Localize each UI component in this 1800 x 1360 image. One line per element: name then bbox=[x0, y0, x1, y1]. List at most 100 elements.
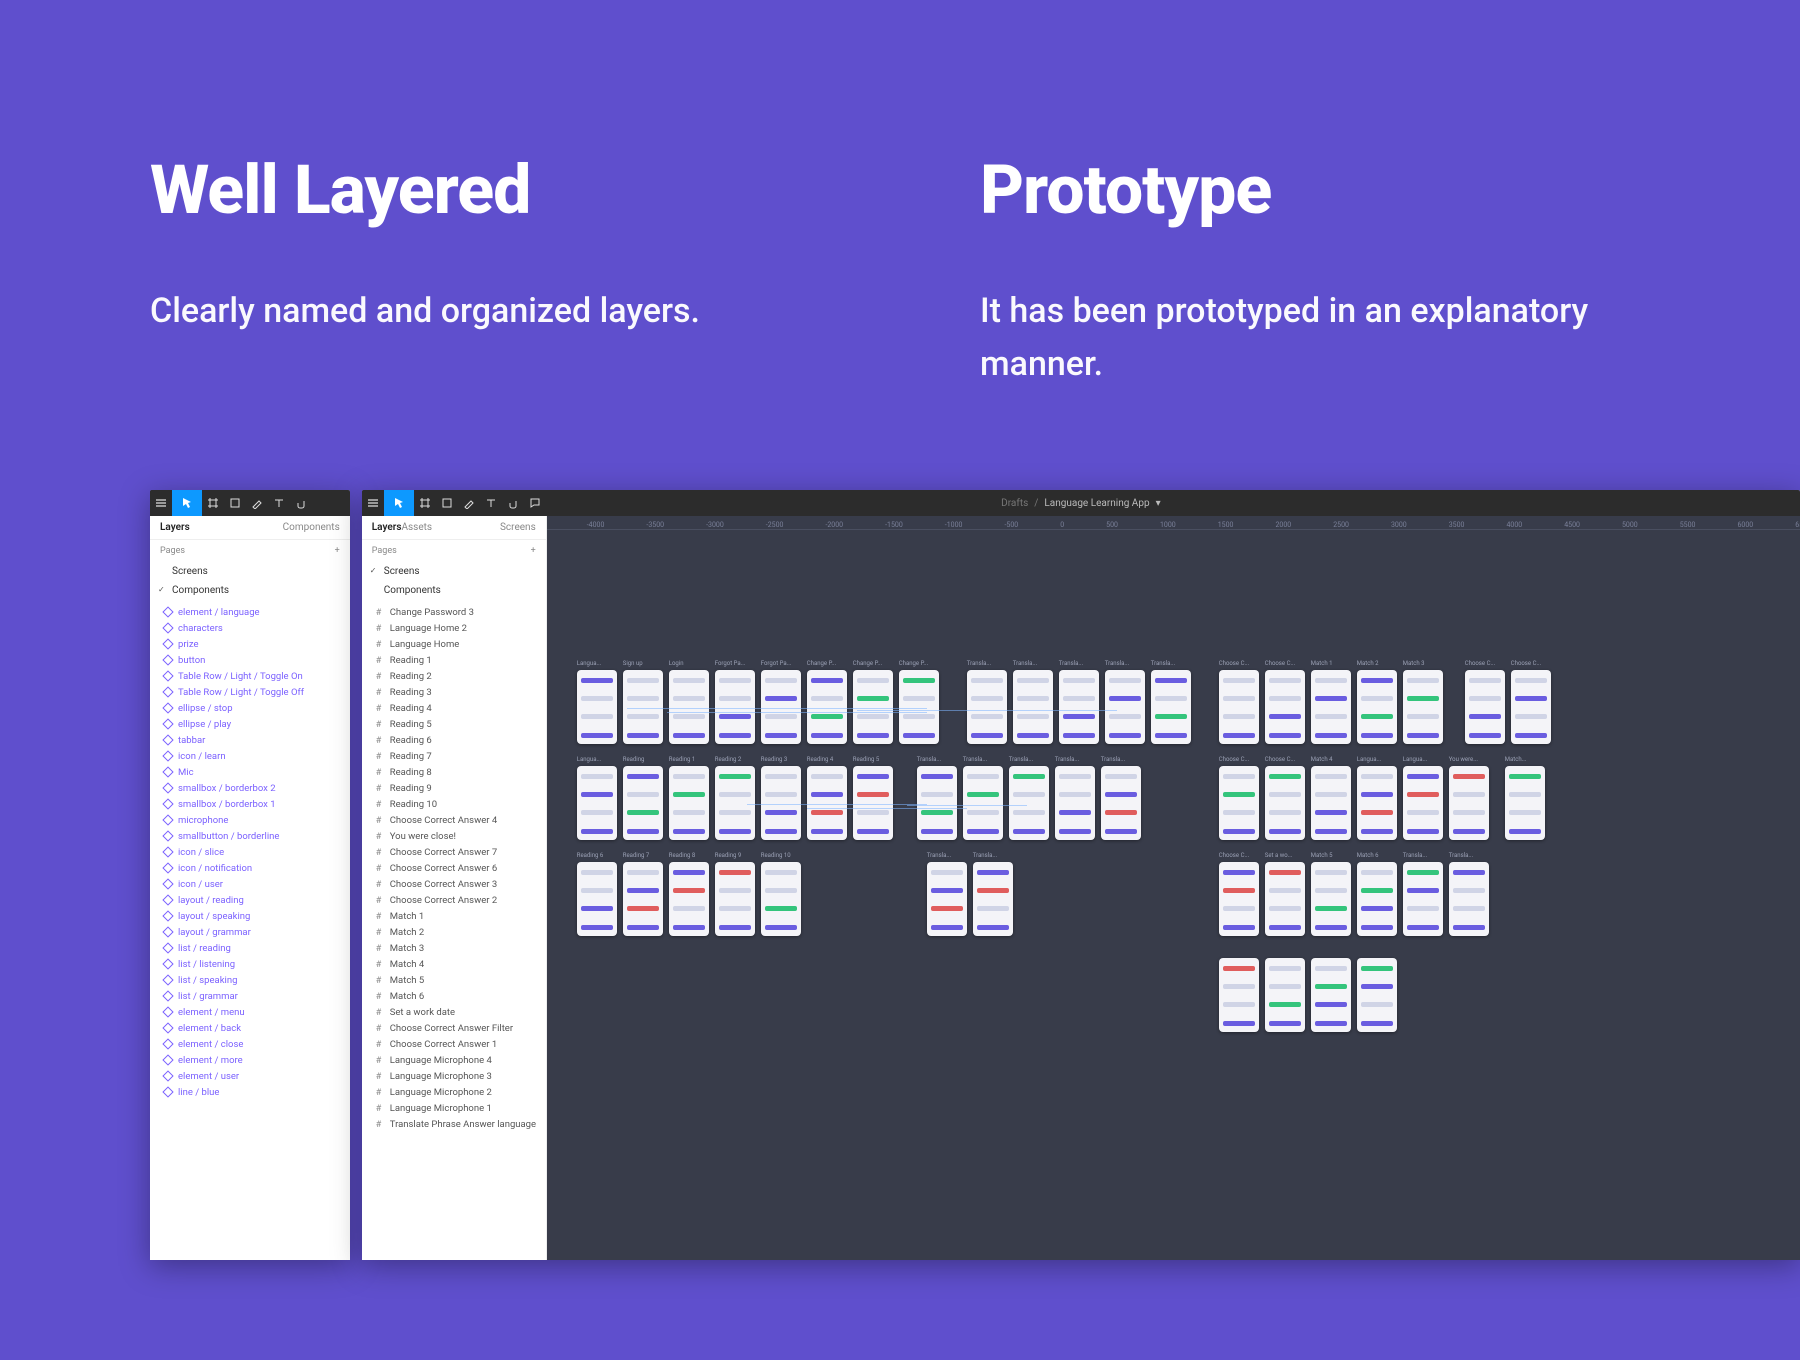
canvas-frame[interactable] bbox=[1403, 862, 1443, 936]
canvas-frame[interactable] bbox=[967, 670, 1007, 744]
canvas-frame[interactable] bbox=[1403, 766, 1443, 840]
layer-item[interactable]: Table Row / Light / Toggle On bbox=[150, 668, 350, 684]
layer-item[interactable]: ellipse / stop bbox=[150, 700, 350, 716]
layer-item[interactable]: Choose Correct Answer Filter bbox=[362, 1020, 546, 1036]
layer-item[interactable]: Reading 6 bbox=[362, 732, 546, 748]
canvas-frame[interactable] bbox=[1357, 766, 1397, 840]
canvas-frame[interactable] bbox=[761, 862, 801, 936]
layer-item[interactable]: Match 5 bbox=[362, 972, 546, 988]
hamburger-menu-button[interactable] bbox=[150, 490, 172, 516]
layer-item[interactable]: element / user bbox=[150, 1068, 350, 1084]
layer-item[interactable]: list / grammar bbox=[150, 988, 350, 1004]
layer-item[interactable]: button bbox=[150, 652, 350, 668]
layer-item[interactable]: Reading 9 bbox=[362, 780, 546, 796]
canvas-frame[interactable] bbox=[963, 766, 1003, 840]
canvas-frame[interactable] bbox=[1357, 958, 1397, 1032]
add-page-button[interactable]: + bbox=[335, 546, 340, 556]
canvas-frame[interactable] bbox=[1105, 670, 1145, 744]
canvas-frame[interactable] bbox=[623, 766, 663, 840]
layer-item[interactable]: icon / notification bbox=[150, 860, 350, 876]
canvas-frame[interactable] bbox=[807, 766, 847, 840]
layer-item[interactable]: icon / slice bbox=[150, 844, 350, 860]
text-tool-button[interactable] bbox=[268, 490, 290, 516]
tab-layers[interactable]: Layers bbox=[160, 522, 190, 533]
canvas-frame[interactable] bbox=[917, 766, 957, 840]
hand-tool-button[interactable] bbox=[502, 490, 524, 516]
layer-item[interactable]: list / speaking bbox=[150, 972, 350, 988]
layer-item[interactable]: icon / user bbox=[150, 876, 350, 892]
canvas-frame[interactable] bbox=[1055, 766, 1095, 840]
tab-components[interactable]: Components bbox=[283, 522, 340, 533]
shape-tool-button[interactable] bbox=[224, 490, 246, 516]
canvas-frame[interactable] bbox=[1311, 670, 1351, 744]
layer-item[interactable]: list / reading bbox=[150, 940, 350, 956]
layer-item[interactable]: Match 1 bbox=[362, 908, 546, 924]
layer-item[interactable]: Reading 2 bbox=[362, 668, 546, 684]
canvas-frame[interactable] bbox=[715, 766, 755, 840]
canvas-frame[interactable] bbox=[1505, 766, 1545, 840]
layer-item[interactable]: Choose Correct Answer 2 bbox=[362, 892, 546, 908]
layer-item[interactable]: element / menu bbox=[150, 1004, 350, 1020]
pen-tool-button[interactable] bbox=[458, 490, 480, 516]
prototype-canvas[interactable]: -4000-3500-3000-2500-2000-1500-1000-5000… bbox=[547, 516, 1800, 1260]
canvas-frame[interactable] bbox=[807, 670, 847, 744]
page-item[interactable]: Screens bbox=[150, 562, 350, 581]
layer-item[interactable]: smallbox / borderbox 1 bbox=[150, 796, 350, 812]
hamburger-menu-button[interactable] bbox=[362, 490, 384, 516]
layer-item[interactable]: Choose Correct Answer 4 bbox=[362, 812, 546, 828]
page-item[interactable]: Components bbox=[362, 581, 546, 600]
canvas-frame[interactable] bbox=[669, 766, 709, 840]
layer-item[interactable]: Reading 10 bbox=[362, 796, 546, 812]
tab-assets[interactable]: Assets bbox=[401, 522, 432, 533]
layer-item[interactable]: element / language bbox=[150, 604, 350, 620]
layer-item[interactable]: Translate Phrase Answer language bbox=[362, 1116, 546, 1132]
comment-tool-button[interactable] bbox=[524, 490, 546, 516]
layer-item[interactable]: Reading 7 bbox=[362, 748, 546, 764]
page-item[interactable]: Components bbox=[150, 581, 350, 600]
layer-item[interactable]: smallbox / borderbox 2 bbox=[150, 780, 350, 796]
canvas-frame[interactable] bbox=[1265, 862, 1305, 936]
canvas-frame[interactable] bbox=[1465, 670, 1505, 744]
layer-item[interactable]: Choose Correct Answer 3 bbox=[362, 876, 546, 892]
canvas-frame[interactable] bbox=[973, 862, 1013, 936]
layer-item[interactable]: Set a work date bbox=[362, 1004, 546, 1020]
move-tool-button[interactable] bbox=[384, 490, 414, 516]
canvas-frame[interactable] bbox=[715, 862, 755, 936]
canvas-frame[interactable] bbox=[1219, 670, 1259, 744]
layer-item[interactable]: Language Home 2 bbox=[362, 620, 546, 636]
canvas-frame[interactable] bbox=[1219, 862, 1259, 936]
move-tool-button[interactable] bbox=[172, 490, 202, 516]
canvas-frame[interactable] bbox=[577, 766, 617, 840]
canvas-frame[interactable] bbox=[1219, 958, 1259, 1032]
canvas-frame[interactable] bbox=[1013, 670, 1053, 744]
layer-item[interactable]: Language Microphone 3 bbox=[362, 1068, 546, 1084]
frame-tool-button[interactable] bbox=[202, 490, 224, 516]
layer-item[interactable]: Choose Correct Answer 7 bbox=[362, 844, 546, 860]
layer-item[interactable]: Language Home bbox=[362, 636, 546, 652]
canvas-frame[interactable] bbox=[1009, 766, 1049, 840]
canvas-board[interactable] bbox=[547, 530, 1800, 1260]
canvas-frame[interactable] bbox=[1449, 766, 1489, 840]
tab-screens-dropdown[interactable]: Screens bbox=[500, 522, 536, 533]
frame-tool-button[interactable] bbox=[414, 490, 436, 516]
layer-item[interactable]: ellipse / play bbox=[150, 716, 350, 732]
layer-item[interactable]: layout / reading bbox=[150, 892, 350, 908]
hand-tool-button[interactable] bbox=[290, 490, 312, 516]
canvas-frame[interactable] bbox=[1219, 766, 1259, 840]
canvas-frame[interactable] bbox=[623, 670, 663, 744]
layer-item[interactable]: Choose Correct Answer 6 bbox=[362, 860, 546, 876]
layer-item[interactable]: layout / grammar bbox=[150, 924, 350, 940]
layer-item[interactable]: Match 6 bbox=[362, 988, 546, 1004]
add-page-button[interactable]: + bbox=[531, 546, 536, 556]
layer-item[interactable]: microphone bbox=[150, 812, 350, 828]
canvas-frame[interactable] bbox=[1449, 862, 1489, 936]
layer-item[interactable]: Choose Correct Answer 1 bbox=[362, 1036, 546, 1052]
canvas-frame[interactable] bbox=[899, 670, 939, 744]
canvas-frame[interactable] bbox=[669, 862, 709, 936]
layer-item[interactable]: Reading 4 bbox=[362, 700, 546, 716]
layer-item[interactable]: Match 3 bbox=[362, 940, 546, 956]
layer-item[interactable]: Reading 3 bbox=[362, 684, 546, 700]
canvas-frame[interactable] bbox=[1357, 670, 1397, 744]
canvas-frame[interactable] bbox=[1265, 958, 1305, 1032]
layer-item[interactable]: Language Microphone 2 bbox=[362, 1084, 546, 1100]
